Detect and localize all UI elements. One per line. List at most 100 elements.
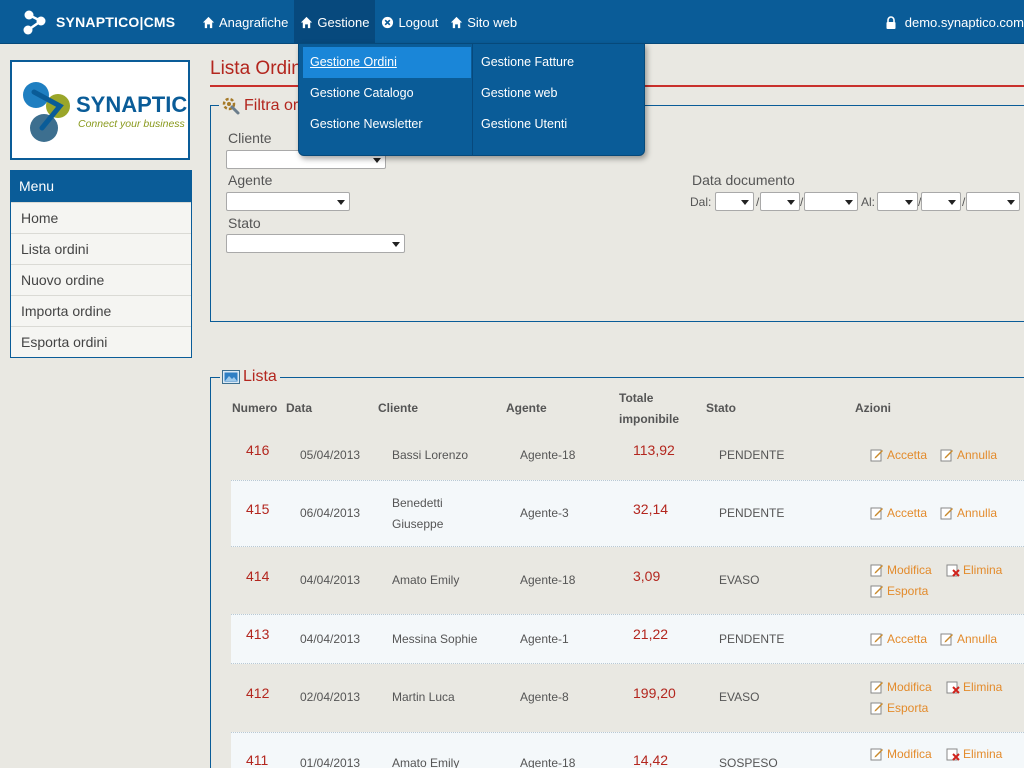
edit-icon xyxy=(940,507,953,520)
sidebar-item-esporta-ordini[interactable]: Esporta ordini xyxy=(11,326,191,357)
accetta-button[interactable]: Accetta xyxy=(870,448,927,462)
action-label: Annulla xyxy=(957,632,998,646)
modifica-button[interactable]: Modifica xyxy=(870,680,932,694)
nav-logout[interactable]: Logout xyxy=(375,0,444,44)
order-agent: Agente-18 xyxy=(520,756,576,768)
data-documento-label: Data documento xyxy=(692,172,795,188)
order-agent: Agente-3 xyxy=(520,506,569,520)
nav-label: Gestione xyxy=(317,14,370,30)
order-number[interactable]: 415 xyxy=(246,501,269,517)
annulla-button[interactable]: Annulla xyxy=(940,448,997,462)
order-number[interactable]: 413 xyxy=(246,626,269,642)
menu-item-gestione-catalogo[interactable]: Gestione Catalogo xyxy=(303,78,471,109)
modifica-button[interactable]: Modifica xyxy=(870,563,932,577)
edit-icon xyxy=(870,702,883,715)
col-header-stato[interactable]: Stato xyxy=(706,398,736,419)
order-number[interactable]: 416 xyxy=(246,442,269,458)
edit-icon xyxy=(870,681,883,694)
esporta-button[interactable]: Esporta xyxy=(870,701,928,715)
dal-year-select[interactable] xyxy=(804,192,858,211)
order-number[interactable]: 414 xyxy=(246,568,269,584)
dal-day-select[interactable] xyxy=(715,192,754,211)
action-label: Annulla xyxy=(957,448,998,462)
col-header-totale[interactable]: Totale xyxy=(619,388,653,409)
sidebar-item-nuovo-ordine[interactable]: Nuovo ordine xyxy=(11,264,191,295)
brand-name: SYNAPTICO|CMS xyxy=(56,14,176,30)
menu-item-gestione-fatture[interactable]: Gestione Fatture xyxy=(474,47,642,78)
esporta-button[interactable]: Esporta xyxy=(870,584,928,598)
dropdown-divider xyxy=(472,44,473,156)
nav-sito-web[interactable]: Sito web xyxy=(444,0,523,44)
chevron-down-icon xyxy=(741,200,749,205)
accetta-button[interactable]: Accetta xyxy=(870,632,927,646)
col-header-data[interactable]: Data xyxy=(286,398,312,419)
order-status: PENDENTE xyxy=(719,506,785,520)
order-agent: Agente-18 xyxy=(520,573,576,587)
col-header-agente[interactable]: Agente xyxy=(506,398,547,419)
order-number[interactable]: 412 xyxy=(246,685,269,701)
action-label: Elimina xyxy=(963,747,1003,761)
image-icon xyxy=(222,370,240,384)
nav-label: Logout xyxy=(398,14,439,30)
menu-item-gestione-ordini[interactable]: Gestione Ordini xyxy=(303,47,471,78)
chevron-down-icon xyxy=(787,200,795,205)
stato-select[interactable] xyxy=(226,234,405,253)
dal-month-select[interactable] xyxy=(760,192,800,211)
menu-item-gestione-utenti[interactable]: Gestione Utenti xyxy=(474,109,642,140)
elimina-button[interactable]: Elimina xyxy=(946,747,1002,761)
action-label: Annulla xyxy=(957,506,998,520)
dropdown-column: Gestione Fatture Gestione web Gestione U… xyxy=(474,47,642,153)
action-label: Esporta xyxy=(887,701,929,715)
logo-tagline: Connect your business xyxy=(78,118,186,130)
brand[interactable]: SYNAPTICO|CMS xyxy=(20,8,175,36)
action-label: Modifica xyxy=(887,747,932,761)
accetta-button[interactable]: Accetta xyxy=(870,506,927,520)
annulla-button[interactable]: Annulla xyxy=(940,506,997,520)
top-navbar: SYNAPTICO|CMS Anagrafiche Gestione Logou… xyxy=(0,0,1024,44)
order-date: 01/04/2013 xyxy=(300,756,361,768)
main-nav: Anagrafiche Gestione Logout Sito web xyxy=(196,0,523,44)
elimina-button[interactable]: Elimina xyxy=(946,680,1002,694)
sidebar-item-importa-ordine[interactable]: Importa ordine xyxy=(11,295,191,326)
order-date: 04/04/2013 xyxy=(300,573,361,587)
nav-label: Anagrafiche xyxy=(219,14,289,30)
nav-gestione[interactable]: Gestione xyxy=(294,0,376,44)
sidebar-title: Menu xyxy=(11,171,191,202)
order-client-line2: Giuseppe xyxy=(392,517,444,531)
order-number[interactable]: 411 xyxy=(246,752,268,768)
col-header-numero[interactable]: Numero xyxy=(232,398,277,419)
col-header-azioni: Azioni xyxy=(855,401,891,415)
annulla-button[interactable]: Annulla xyxy=(940,632,997,646)
order-date: 06/04/2013 xyxy=(300,506,361,520)
logo-name: SYNAPTICO xyxy=(76,92,188,117)
order-date: 05/04/2013 xyxy=(300,448,361,462)
al-month-select[interactable] xyxy=(921,192,961,211)
delete-icon xyxy=(946,748,960,761)
col-header-cliente[interactable]: Cliente xyxy=(378,398,418,419)
col-header-imponibile[interactable]: imponibile xyxy=(619,409,679,430)
sidebar-item-lista-ordini[interactable]: Lista ordini xyxy=(11,233,191,264)
action-label: Accetta xyxy=(887,506,928,520)
elimina-button[interactable]: Elimina xyxy=(946,563,1002,577)
al-day-select[interactable] xyxy=(877,192,918,211)
company-logo[interactable]: SYNAPTICO Connect your business xyxy=(10,60,190,160)
al-label: Al: xyxy=(861,195,876,209)
edit-icon xyxy=(870,585,883,598)
site-label: demo.synaptico.com xyxy=(904,14,1024,30)
dropdown-column: Gestione Ordini Gestione Catalogo Gestio… xyxy=(303,47,471,140)
sidebar-item-home[interactable]: Home xyxy=(11,202,191,233)
menu-item-gestione-newsletter[interactable]: Gestione Newsletter xyxy=(303,109,471,140)
order-date: 02/04/2013 xyxy=(300,690,361,704)
order-client: Martin Luca xyxy=(392,690,455,704)
site-link[interactable]: demo.synaptico.com xyxy=(885,0,1024,44)
al-year-select[interactable] xyxy=(966,192,1020,211)
modifica-button[interactable]: Modifica xyxy=(870,747,932,761)
nav-anagrafiche[interactable]: Anagrafiche xyxy=(196,0,294,44)
agente-select[interactable] xyxy=(226,192,350,211)
list-legend-text: Lista xyxy=(243,368,277,385)
action-label: Elimina xyxy=(963,563,1003,577)
home-icon xyxy=(202,16,215,28)
action-label: Elimina xyxy=(963,680,1003,694)
menu-item-gestione-web[interactable]: Gestione web xyxy=(474,78,642,109)
order-client: Bassi Lorenzo xyxy=(392,448,469,462)
